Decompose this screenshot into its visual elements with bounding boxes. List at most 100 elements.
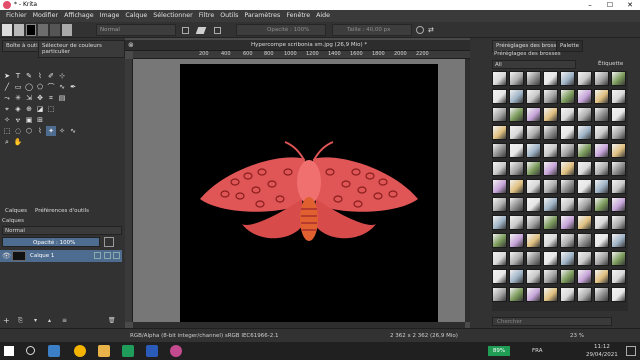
size-slider[interactable]: Taille : 40,00 px (332, 24, 412, 36)
brush-preset-thumbnail[interactable] (611, 143, 626, 158)
brush-preset-thumbnail[interactable] (543, 233, 558, 248)
move-tool-icon[interactable]: ✥ (35, 93, 45, 103)
select-shapes-icon[interactable]: ➤ (2, 71, 12, 81)
multibrush-icon[interactable]: ✳ (13, 93, 23, 103)
file-explorer-icon[interactable] (98, 345, 110, 357)
windows-start-icon[interactable] (4, 346, 14, 356)
brush-preset-thumbnail[interactable] (543, 269, 558, 284)
tab-close-icon[interactable]: ⊗ (128, 41, 134, 49)
brush-preset-thumbnail[interactable] (526, 251, 541, 266)
preserve-alpha-icon[interactable] (214, 27, 221, 34)
brush-preset-thumbnail[interactable] (594, 233, 609, 248)
brush-preset-thumbnail[interactable] (509, 251, 524, 266)
brush-preset-thumbnail[interactable] (543, 251, 558, 266)
brush-preset-thumbnail[interactable] (611, 179, 626, 194)
maximize-button[interactable]: ☐ (602, 0, 618, 10)
chrome-icon[interactable] (74, 345, 86, 357)
brush-preset-thumbnail[interactable] (560, 143, 575, 158)
brush-preset-thumbnail[interactable] (543, 71, 558, 86)
brush-preset-thumbnail[interactable] (594, 71, 609, 86)
brush-preset-thumbnail[interactable] (594, 269, 609, 284)
brush-preset-thumbnail[interactable] (526, 125, 541, 140)
brush-search-input[interactable]: Chercher (492, 317, 612, 326)
brush-preset-thumbnail[interactable] (509, 161, 524, 176)
brush-preset-thumbnail[interactable] (492, 215, 507, 230)
brush-preset-thumbnail[interactable] (594, 179, 609, 194)
brush-preset-thumbnail[interactable] (526, 197, 541, 212)
ellipse-tool-icon[interactable]: ◯ (24, 82, 34, 92)
brush-preset-thumbnail[interactable] (543, 179, 558, 194)
brush-preset-thumbnail[interactable] (543, 197, 558, 212)
menu-help[interactable]: Aide (313, 10, 333, 22)
battery-indicator[interactable]: 89% (488, 346, 510, 356)
brush-preset-thumbnail[interactable] (492, 89, 507, 104)
polygon-tool-icon[interactable]: ⬠ (35, 82, 45, 92)
brush-preset-thumbnail[interactable] (509, 197, 524, 212)
layer-row[interactable]: 👁 Calque 1 (0, 250, 122, 262)
brush-preset-thumbnail[interactable] (509, 215, 524, 230)
open-document-icon[interactable] (14, 24, 24, 36)
pattern-swatch[interactable] (38, 24, 48, 36)
brush-preset-thumbnail[interactable] (492, 161, 507, 176)
layer-lock-icon[interactable] (113, 252, 120, 259)
opacity-slider[interactable]: Opacité : 100% (236, 24, 326, 36)
freehand-brush-icon[interactable]: ✐ (46, 71, 56, 81)
brush-preset-thumbnail[interactable] (594, 89, 609, 104)
brush-preset-thumbnail[interactable] (577, 287, 592, 302)
brush-preset-thumbnail[interactable] (509, 71, 524, 86)
zoom-level[interactable]: 23 % (570, 333, 584, 339)
ellipse-select-icon[interactable]: ◌ (13, 126, 23, 136)
brush-preset-thumbnail[interactable] (509, 143, 524, 158)
brush-preset-thumbnail[interactable] (526, 143, 541, 158)
brush-preset-thumbnail[interactable] (526, 269, 541, 284)
brush-preset-thumbnail[interactable] (577, 107, 592, 122)
brush-preset-thumbnail[interactable] (543, 287, 558, 302)
edit-shapes-icon[interactable]: ✎ (24, 71, 34, 81)
brush-preset-thumbnail[interactable] (543, 143, 558, 158)
brush-preset-thumbnail[interactable] (509, 287, 524, 302)
menu-view[interactable]: Affichage (61, 10, 97, 22)
brush-preset-thumbnail[interactable] (577, 269, 592, 284)
colorize-mask-icon[interactable]: ◈ (13, 104, 23, 114)
reload-preset-icon[interactable] (182, 27, 189, 34)
menu-image[interactable]: Image (97, 10, 123, 22)
brush-preset-thumbnail[interactable] (577, 71, 592, 86)
contiguous-select-icon[interactable]: ✦ (46, 126, 56, 136)
brush-preset-thumbnail[interactable] (594, 215, 609, 230)
brush-preset-thumbnail[interactable] (577, 251, 592, 266)
brush-preset-thumbnail[interactable] (560, 179, 575, 194)
smart-patch-icon[interactable]: ⊕ (24, 104, 34, 114)
brush-preset-thumbnail[interactable] (560, 107, 575, 122)
transform-tool-icon[interactable]: ⇲ (24, 93, 34, 103)
brush-preset-thumbnail[interactable] (611, 71, 626, 86)
menu-tools[interactable]: Outils (217, 10, 241, 22)
color-picker-icon[interactable]: ⌖ (2, 104, 12, 114)
crop-tool-icon[interactable]: ⌗ (46, 93, 56, 103)
calligraphy-icon[interactable]: ⌇ (35, 71, 45, 81)
menu-select[interactable]: Sélectionner (150, 10, 195, 22)
tag-button[interactable]: Étiquette (592, 60, 626, 69)
brush-preset-thumbnail[interactable] (577, 179, 592, 194)
blend-mode-select[interactable]: Normal (96, 24, 176, 36)
eraser-mode-icon[interactable] (195, 27, 207, 34)
brush-preset-thumbnail[interactable] (509, 269, 524, 284)
krita-taskbar-icon[interactable] (170, 345, 182, 357)
language-indicator[interactable]: FRA (532, 348, 543, 354)
delete-layer-icon[interactable]: 🗑 (108, 317, 116, 324)
clock-time[interactable]: 11:12 (594, 344, 610, 350)
brush-preset-thumbnail[interactable] (526, 233, 541, 248)
mirror-horizontal-icon[interactable] (416, 26, 424, 34)
brush-preset-thumbnail[interactable] (560, 233, 575, 248)
task-view-icon[interactable] (48, 345, 60, 357)
brush-preset-thumbnail[interactable] (509, 233, 524, 248)
freehand-path-icon[interactable]: ✒ (68, 82, 78, 92)
brush-preset-thumbnail[interactable] (509, 89, 524, 104)
brush-preset-thumbnail[interactable] (611, 251, 626, 266)
document-image[interactable] (180, 64, 438, 322)
brush-preset-thumbnail[interactable] (594, 251, 609, 266)
brush-preset-thumbnail[interactable] (577, 215, 592, 230)
menu-filter[interactable]: Filtre (196, 10, 217, 22)
brush-preset-thumbnail[interactable] (611, 89, 626, 104)
brush-preset-thumbnail[interactable] (611, 215, 626, 230)
brush-preset-thumbnail[interactable] (611, 125, 626, 140)
